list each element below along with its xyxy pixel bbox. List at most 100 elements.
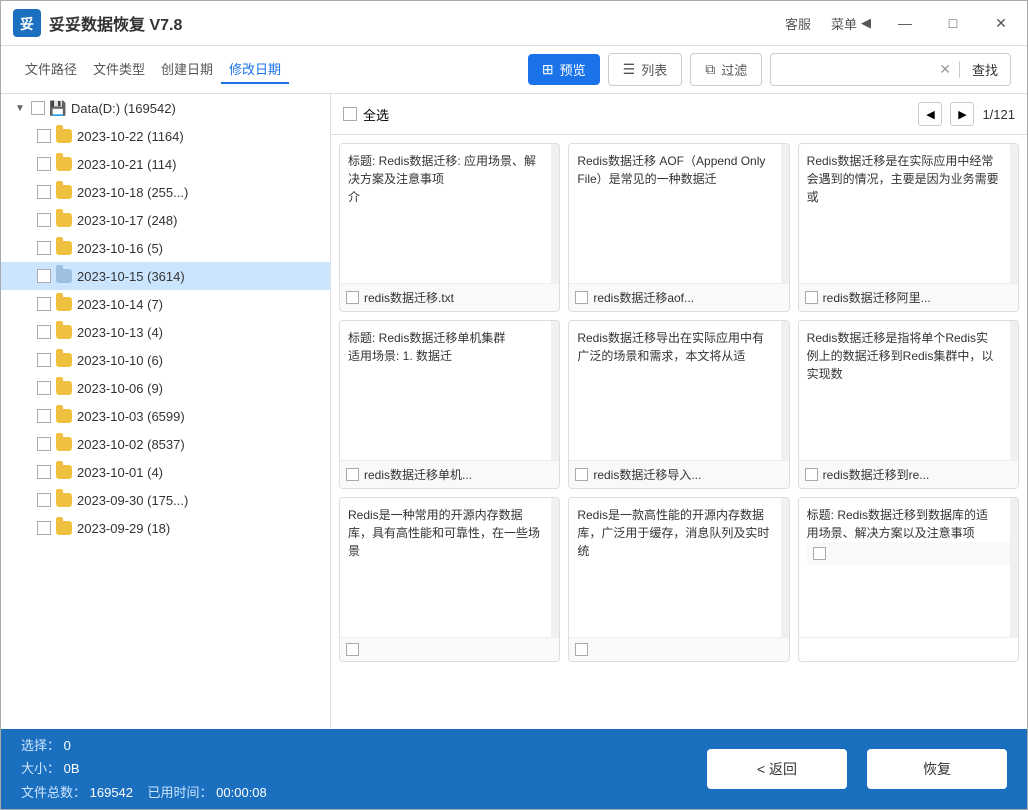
nav-filepath[interactable]: 文件路径 (17, 55, 85, 84)
tree-item-checkbox[interactable] (37, 437, 51, 451)
tree-item[interactable]: 2023-10-02 (8537) (1, 430, 330, 458)
file-checkbox[interactable] (575, 643, 588, 656)
tree-item-label: 2023-10-18 (255...) (77, 185, 188, 200)
tree-item[interactable]: 2023-10-03 (6599) (1, 402, 330, 430)
file-name-row: redis数据迁移aof... (569, 284, 788, 311)
tree-item-checkbox[interactable] (37, 353, 51, 367)
preview-scrollbar (1010, 321, 1018, 460)
tree-item-label: 2023-09-29 (18) (77, 521, 170, 536)
tree-item[interactable]: 2023-10-15 (3614) (1, 262, 330, 290)
file-card[interactable]: Redis数据迁移是在实际应用中经常会遇到的情况，主要是因为业务需要或 redi… (798, 143, 1019, 312)
statusbar-buttons: < 返回 恢复 (707, 749, 1007, 789)
nav-filetype[interactable]: 文件类型 (85, 55, 153, 84)
tree-item-label: 2023-10-14 (7) (77, 297, 163, 312)
tree-item[interactable]: 2023-10-13 (4) (1, 318, 330, 346)
restore-button[interactable]: 恢复 (867, 749, 1007, 789)
close-button[interactable]: ✕ (987, 9, 1015, 37)
file-card[interactable]: Redis数据迁移 AOF（Append Only File）是常见的一种数据迁… (568, 143, 789, 312)
total-label: 文件总数： (21, 785, 86, 800)
filter-icon: ⧉ (705, 61, 715, 78)
tree-item-checkbox[interactable] (37, 409, 51, 423)
menu-button[interactable]: 菜单 ◀ (831, 14, 871, 33)
tree-item[interactable]: 2023-10-18 (255...) (1, 178, 330, 206)
file-card[interactable]: Redis是一款高性能的开源内存数据库，广泛用于缓存，消息队列及实时统 (568, 497, 789, 662)
preview-scrollbar (781, 144, 789, 283)
file-card[interactable]: Redis是一种常用的开源内存数据库，具有高性能和可靠性，在一些场景 (339, 497, 560, 662)
app-logo: 妥 (13, 9, 41, 37)
tree-checkbox-root[interactable] (31, 101, 45, 115)
toolbar: 文件路径 文件类型 创建日期 修改日期 ⊞ 预览 ☰ 列表 ⧉ 过滤 ✕ 查找 (1, 46, 1027, 94)
tree-item-label: 2023-10-03 (6599) (77, 409, 185, 424)
tree-item-checkbox[interactable] (37, 297, 51, 311)
file-checkbox[interactable] (805, 291, 818, 304)
filter-button[interactable]: ⧉ 过滤 (690, 53, 762, 86)
tree-item-checkbox[interactable] (37, 241, 51, 255)
minimize-button[interactable]: — (891, 9, 919, 37)
select-all-label: 全选 (363, 105, 389, 124)
prev-page-button[interactable]: ◀ (918, 102, 942, 126)
tree-item-checkbox[interactable] (37, 157, 51, 171)
tree-item[interactable]: 2023-10-01 (4) (1, 458, 330, 486)
file-preview: 标题: Redis数据迁移: 应用场景、解决方案及注意事项介 (340, 144, 559, 284)
tree-item-checkbox[interactable] (37, 129, 51, 143)
tree-item-checkbox[interactable] (37, 493, 51, 507)
file-name: redis数据迁移aof... (593, 289, 782, 306)
preview-button[interactable]: ⊞ 预览 (528, 54, 600, 85)
maximize-button[interactable]: □ (939, 9, 967, 37)
svg-text:妥: 妥 (20, 16, 34, 32)
search-button[interactable]: 查找 (960, 54, 1010, 85)
tree-item[interactable]: 2023-10-21 (114) (1, 150, 330, 178)
file-checkbox[interactable] (575, 468, 588, 481)
file-checkbox[interactable] (805, 468, 818, 481)
file-card[interactable]: 标题: Redis数据迁移单机集群适用场景: 1. 数据迁 redis数据迁移单… (339, 320, 560, 489)
search-input[interactable] (771, 56, 931, 83)
tree-item-checkbox[interactable] (37, 521, 51, 535)
nav-createdate[interactable]: 创建日期 (153, 55, 221, 84)
tree-item[interactable]: 2023-10-06 (9) (1, 374, 330, 402)
file-preview: Redis数据迁移是在实际应用中经常会遇到的情况，主要是因为业务需要或 (799, 144, 1018, 284)
tree-item-checkbox[interactable] (37, 465, 51, 479)
search-clear-icon[interactable]: ✕ (931, 61, 960, 78)
next-page-button[interactable]: ▶ (950, 102, 974, 126)
nav-modifydate[interactable]: 修改日期 (221, 55, 289, 84)
file-checkbox[interactable] (813, 547, 826, 560)
file-card[interactable]: Redis数据迁移导出在实际应用中有广泛的场景和需求，本文将从适 redis数据… (568, 320, 789, 489)
file-checkbox[interactable] (346, 643, 359, 656)
file-preview: Redis数据迁移 AOF（Append Only File）是常见的一种数据迁 (569, 144, 788, 284)
time-label: 已用时间： (148, 785, 213, 800)
select-all-checkbox[interactable] (343, 107, 357, 121)
tree-item[interactable]: 2023-10-16 (5) (1, 234, 330, 262)
tree-item[interactable]: 2023-10-17 (248) (1, 206, 330, 234)
tree-item-label: 2023-09-30 (175...) (77, 493, 188, 508)
main-content: ▼ 💾 Data(D:) (169542) 2023-10-22 (1164) … (1, 94, 1027, 729)
tree-root[interactable]: ▼ 💾 Data(D:) (169542) (1, 94, 330, 122)
tree-item[interactable]: 2023-10-14 (7) (1, 290, 330, 318)
customer-service-link[interactable]: 客服 (785, 14, 811, 33)
file-checkbox[interactable] (346, 468, 359, 481)
tree-item-checkbox[interactable] (37, 213, 51, 227)
titlebar-controls: 客服 菜单 ◀ — □ ✕ (785, 9, 1015, 37)
tree-item[interactable]: 2023-09-29 (18) (1, 514, 330, 542)
file-preview-text: 标题: Redis数据迁移到数据库的适用场景、解决方案以及注意事项 (807, 506, 1010, 542)
pagination-bar: 全选 ◀ ▶ 1/121 (331, 94, 1027, 135)
app-title: 妥妥数据恢复 V7.8 (49, 11, 785, 35)
tree-expand-root[interactable]: ▼ (13, 101, 27, 115)
tree-item[interactable]: 2023-09-30 (175...) (1, 486, 330, 514)
file-checkbox[interactable] (346, 291, 359, 304)
file-card[interactable]: 标题: Redis数据迁移: 应用场景、解决方案及注意事项介 redis数据迁移… (339, 143, 560, 312)
tree-item-checkbox[interactable] (37, 185, 51, 199)
select-all-control[interactable]: 全选 (343, 105, 389, 124)
folder-icon (55, 211, 73, 229)
tree-item[interactable]: 2023-10-22 (1164) (1, 122, 330, 150)
file-checkbox[interactable] (575, 291, 588, 304)
tree-item-checkbox[interactable] (37, 269, 51, 283)
list-button[interactable]: ☰ 列表 (608, 53, 683, 86)
preview-scrollbar (551, 498, 559, 637)
file-card[interactable]: Redis数据迁移是指将单个Redis实例上的数据迁移到Redis集群中，以实现… (798, 320, 1019, 489)
file-card[interactable]: 标题: Redis数据迁移到数据库的适用场景、解决方案以及注意事项 (798, 497, 1019, 662)
tree-item-checkbox[interactable] (37, 381, 51, 395)
tree-item-checkbox[interactable] (37, 325, 51, 339)
file-preview: Redis数据迁移是指将单个Redis实例上的数据迁移到Redis集群中，以实现… (799, 321, 1018, 461)
tree-item[interactable]: 2023-10-10 (6) (1, 346, 330, 374)
back-button[interactable]: < 返回 (707, 749, 847, 789)
